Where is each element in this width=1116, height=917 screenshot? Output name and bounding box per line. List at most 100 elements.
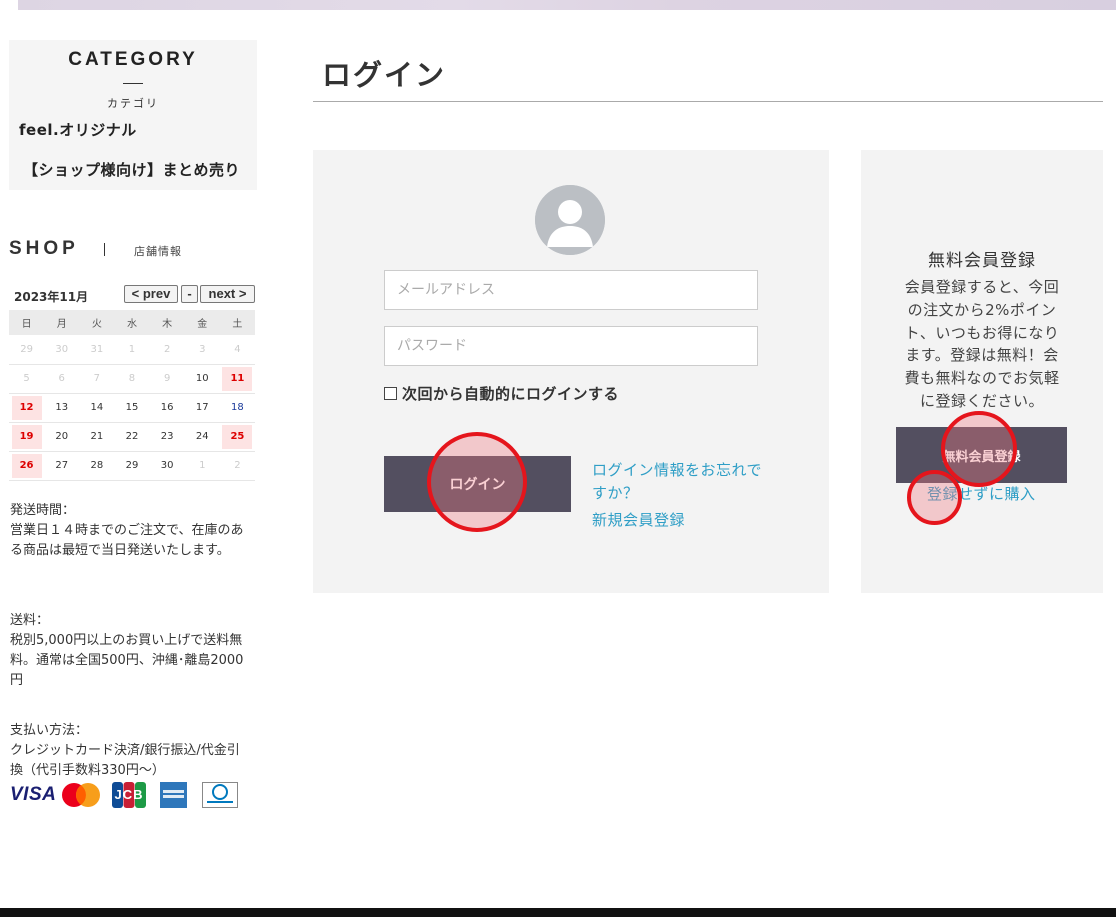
- guest-purchase-link[interactable]: 登録せずに購入: [927, 483, 1036, 506]
- calendar-month: 2023年11月: [14, 290, 89, 304]
- holiday-label: 12: [11, 395, 42, 420]
- category-box: CATEGORY カテゴリ feel.オリジナル 【ショップ様向け】まとめ売り: [9, 40, 257, 190]
- calendar-day: 29: [9, 335, 45, 365]
- email-input[interactable]: [384, 270, 758, 310]
- footer-bar: [0, 908, 1116, 917]
- top-banner: [18, 0, 1116, 10]
- shipping-fee-info: 送料： 税別5,000円以上のお買い上げで送料無料。通常は全国500円、沖縄･離…: [10, 611, 244, 691]
- mastercard-card-icon: [61, 782, 101, 808]
- jcb-label: JCB: [114, 787, 144, 802]
- calendar-day: 1: [184, 451, 220, 481]
- calendar-day: 5: [9, 364, 45, 394]
- calendar-day: 8: [114, 364, 150, 394]
- payment-label: 支払い方法：: [10, 723, 89, 738]
- password-input[interactable]: [384, 326, 758, 366]
- visa-card-icon: VISA: [10, 784, 57, 805]
- calendar-day: 1: [114, 335, 150, 365]
- payment-text: クレジットカード決済/銀行振込/代金引換（代引手数料330円〜）: [10, 743, 240, 778]
- user-avatar-icon: [535, 185, 605, 255]
- calendar-day: 9: [149, 364, 185, 394]
- payment-info: 支払い方法： クレジットカード決済/銀行振込/代金引換（代引手数料330円〜）: [10, 721, 244, 781]
- forgot-login-link[interactable]: ログイン情報をお忘れですか？: [592, 459, 767, 505]
- calendar-day: 10: [184, 364, 220, 394]
- calendar-day: 20: [44, 422, 80, 452]
- calendar-day: 6: [44, 364, 80, 394]
- weekday-tue: 火: [79, 310, 115, 335]
- login-button[interactable]: ログイン: [384, 456, 571, 512]
- calendar-day: 24: [184, 422, 220, 452]
- shipping-fee-text: 税別5,000円以上のお買い上げで送料無料。通常は全国500円、沖縄･離島200…: [10, 633, 244, 688]
- calendar-day-holiday: 11: [219, 364, 255, 394]
- remember-checkbox[interactable]: [384, 387, 397, 400]
- register-description: 会員登録すると、今回の注文から2%ポイント、いつもお得になります。登録は無料！会…: [904, 278, 1060, 410]
- login-panel: 次回から自動的にログインする ログイン ログイン情報をお忘れですか？ 新規会員登…: [313, 150, 829, 593]
- page-title: ログイン: [322, 58, 447, 92]
- calendar-day: 22: [114, 422, 150, 452]
- calendar-day: 2: [149, 335, 185, 365]
- category-subtitle: カテゴリ: [107, 97, 159, 110]
- calendar-day: 2: [219, 451, 255, 481]
- calendar-table: 日 月 火 水 木 金 土 29 30 31 1 2 3 4 5 6 7 8 9…: [9, 310, 255, 481]
- holiday-label: 19: [11, 424, 42, 449]
- calendar-day: 17: [184, 393, 220, 423]
- calendar-day: 28: [79, 451, 115, 481]
- holiday-label: 11: [222, 366, 253, 391]
- calendar-week: 12 13 14 15 16 17 18: [9, 393, 255, 423]
- calendar-weekday-row: 日 月 火 水 木 金 土: [9, 310, 255, 335]
- weekday-wed: 水: [114, 310, 150, 335]
- category-divider: [123, 83, 143, 84]
- shop-title: SHOP: [9, 238, 79, 259]
- remember-login-option[interactable]: 次回から自動的にログインする: [384, 383, 619, 404]
- register-title: 無料会員登録: [928, 251, 1036, 271]
- calendar-next-button[interactable]: next >: [200, 285, 255, 303]
- calendar-week: 26 27 28 29 30 1 2: [9, 451, 255, 481]
- calendar-current-button[interactable]: -: [181, 285, 198, 303]
- jcb-card-icon: JCB: [112, 782, 146, 808]
- calendar-day: 14: [79, 393, 115, 423]
- shipping-time-text: 営業日１４時までのご注文で、在庫のある商品は最短で当日発送いたします。: [10, 523, 244, 558]
- shipping-time-label: 発送時間：: [10, 503, 76, 518]
- diners-club-card-icon: [202, 782, 238, 808]
- weekday-sat: 土: [219, 310, 255, 335]
- title-divider: [313, 101, 1103, 102]
- shipping-time-info: 発送時間： 営業日１４時までのご注文で、在庫のある商品は最短で当日発送いたします…: [10, 501, 244, 561]
- category-title: CATEGORY: [68, 49, 198, 70]
- weekday-mon: 月: [44, 310, 80, 335]
- calendar-day: 27: [44, 451, 80, 481]
- calendar-day: 21: [79, 422, 115, 452]
- remember-label: 次回から自動的にログインする: [402, 385, 620, 403]
- category-link-bulk[interactable]: 【ショップ様向け】まとめ売り: [23, 159, 240, 180]
- weekday-thu: 木: [149, 310, 185, 335]
- free-register-button[interactable]: 無料会員登録: [896, 427, 1067, 483]
- calendar-day: 30: [149, 451, 185, 481]
- calendar-day: 4: [219, 335, 255, 365]
- calendar-prev-button[interactable]: < prev: [124, 285, 178, 303]
- payment-card-logos: VISA JCB: [10, 782, 250, 808]
- register-panel: 無料会員登録 会員登録すると、今回の注文から2%ポイント、いつもお得になります。…: [861, 150, 1103, 593]
- calendar-week: 29 30 31 1 2 3 4: [9, 335, 255, 365]
- calendar-day: 15: [114, 393, 150, 423]
- calendar-day-holiday: 26: [9, 451, 45, 481]
- calendar-day: 29: [114, 451, 150, 481]
- calendar-day-saturday: 18: [219, 393, 255, 423]
- calendar-day: 30: [44, 335, 80, 365]
- calendar-day: 3: [184, 335, 220, 365]
- amex-card-icon: [160, 782, 187, 808]
- calendar-day: 7: [79, 364, 115, 394]
- shop-divider: [104, 243, 105, 256]
- shop-info-link[interactable]: 店舗情報: [134, 243, 182, 259]
- calendar-day: 31: [79, 335, 115, 365]
- holiday-label: 25: [222, 424, 253, 449]
- calendar-day-holiday: 25: [219, 422, 255, 452]
- calendar-day: 13: [44, 393, 80, 423]
- weekday-sun: 日: [9, 310, 45, 335]
- new-register-link[interactable]: 新規会員登録: [592, 509, 685, 532]
- calendar-day-holiday: 12: [9, 393, 45, 423]
- calendar-day: 16: [149, 393, 185, 423]
- holiday-label: 26: [11, 453, 42, 478]
- calendar-day: 23: [149, 422, 185, 452]
- calendar-day-holiday: 19: [9, 422, 45, 452]
- category-link-original[interactable]: feel.オリジナル: [19, 119, 137, 140]
- weekday-fri: 金: [184, 310, 220, 335]
- calendar-week: 19 20 21 22 23 24 25: [9, 422, 255, 452]
